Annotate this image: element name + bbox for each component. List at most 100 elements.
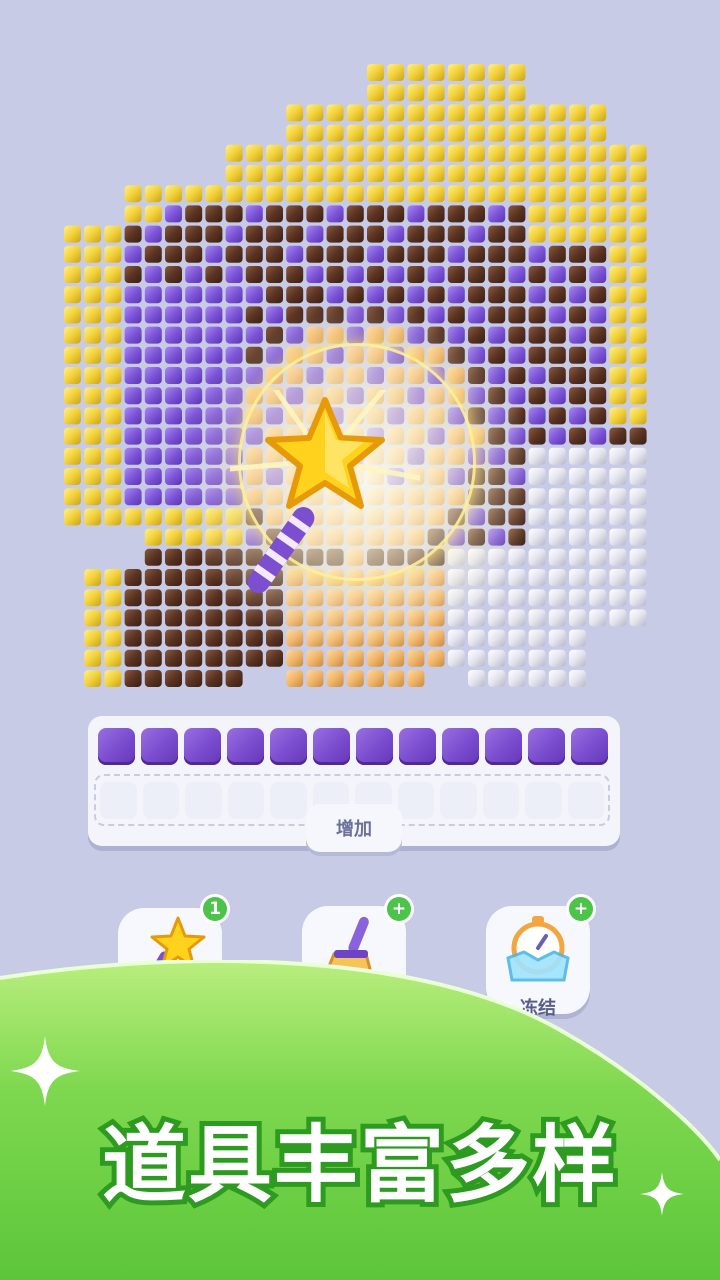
- pixel-block: [346, 609, 364, 627]
- pixel-block: [367, 144, 384, 162]
- purple-block-slot[interactable]: [227, 728, 264, 765]
- pixel-block: [427, 225, 445, 243]
- pixel-block: [165, 266, 182, 283]
- pixel-block: [165, 569, 182, 586]
- pixel-block: [205, 569, 223, 586]
- broom-add-badge[interactable]: +: [384, 894, 414, 924]
- pixel-block: [407, 185, 425, 203]
- pixel-block: [508, 609, 526, 627]
- pixel-block: [569, 387, 586, 405]
- empty-slot: [397, 782, 434, 819]
- pixel-block: [447, 144, 465, 162]
- pixel-block: [569, 548, 586, 566]
- pixel-block: [589, 508, 607, 526]
- purple-block-slot[interactable]: [270, 728, 307, 765]
- pixel-block: [84, 589, 102, 607]
- pixel-block: [185, 286, 203, 304]
- pixel-block: [387, 629, 405, 647]
- pixel-block: [165, 629, 182, 647]
- pixel-block: [84, 266, 102, 283]
- pixel-block: [306, 185, 324, 203]
- add-slot-button[interactable]: 增加: [306, 804, 402, 852]
- pixel-block: [367, 670, 384, 687]
- pixel-block: [84, 245, 102, 263]
- pixel-block: [528, 205, 546, 223]
- purple-block-slot[interactable]: [485, 728, 522, 765]
- purple-block-slot[interactable]: [313, 728, 350, 765]
- pixel-block: [245, 649, 263, 667]
- pixel-block: [488, 124, 506, 142]
- pixel-block: [589, 104, 607, 122]
- pixel-block: [286, 225, 304, 243]
- pixel-block: [286, 649, 304, 667]
- pixel-block: [124, 407, 142, 425]
- pixel-block: [185, 185, 203, 203]
- pixel-block: [468, 205, 485, 223]
- purple-block-slot[interactable]: [356, 728, 393, 765]
- pixel-block: [144, 245, 162, 263]
- pixel-block: [508, 670, 526, 687]
- pixel-block: [205, 508, 223, 526]
- pixel-block: [468, 266, 485, 283]
- pixel-block: [548, 306, 566, 324]
- pixel-block: [548, 326, 566, 344]
- pixel-block: [427, 589, 445, 607]
- pixel-block: [589, 346, 607, 364]
- pixel-block: [528, 225, 546, 243]
- pixel-block: [447, 629, 465, 647]
- pixel-block: [629, 508, 647, 526]
- pixel-block: [528, 346, 546, 364]
- pixel-block: [286, 124, 304, 142]
- pixel-block: [468, 104, 485, 122]
- pixel-block: [508, 266, 526, 283]
- pixel-block: [367, 225, 384, 243]
- pixel-block: [225, 326, 243, 344]
- pixel-block: [367, 326, 384, 344]
- pixel-block: [185, 447, 203, 465]
- pixel-block: [629, 266, 647, 283]
- pixel-block: [548, 488, 566, 506]
- pixel-block: [589, 245, 607, 263]
- pixel-block: [569, 367, 586, 384]
- pixel-block: [548, 266, 566, 283]
- pixel-block: [205, 286, 223, 304]
- pixel-block: [609, 205, 627, 223]
- pixel-block: [144, 225, 162, 243]
- pixel-block: [266, 144, 283, 162]
- pixel-block: [185, 649, 203, 667]
- pixel-block: [185, 468, 203, 485]
- pixel-block: [266, 266, 283, 283]
- pixel-block: [488, 245, 506, 263]
- pixel-block: [346, 205, 364, 223]
- pixel-block: [629, 225, 647, 243]
- purple-block-slot[interactable]: [141, 728, 178, 765]
- purple-block-slot[interactable]: [528, 728, 565, 765]
- pixel-block: [185, 346, 203, 364]
- pixel-block: [346, 326, 364, 344]
- pixel-block: [306, 326, 324, 344]
- pixel-block: [508, 205, 526, 223]
- pixel-block: [488, 589, 506, 607]
- pixel-block: [548, 286, 566, 304]
- pixel-block: [548, 447, 566, 465]
- pixel-block: [306, 670, 324, 687]
- pixel-block: [346, 165, 364, 182]
- pixel-block: [508, 407, 526, 425]
- purple-block-slot[interactable]: [98, 728, 135, 765]
- pixel-block: [569, 589, 586, 607]
- pixel-block: [326, 286, 344, 304]
- pixel-block: [629, 569, 647, 586]
- pixel-block: [205, 528, 223, 546]
- purple-block-slot[interactable]: [571, 728, 608, 765]
- freeze-add-badge[interactable]: +: [566, 894, 596, 924]
- purple-block-slot[interactable]: [184, 728, 221, 765]
- purple-block-slot[interactable]: [442, 728, 479, 765]
- pixel-block: [447, 569, 465, 586]
- purple-block-slot[interactable]: [399, 728, 436, 765]
- pixel-block: [548, 387, 566, 405]
- pixel-block: [427, 104, 445, 122]
- pixel-block: [346, 124, 364, 142]
- pixel-block: [104, 670, 122, 687]
- pixel-block: [569, 528, 586, 546]
- pixel-block: [548, 407, 566, 425]
